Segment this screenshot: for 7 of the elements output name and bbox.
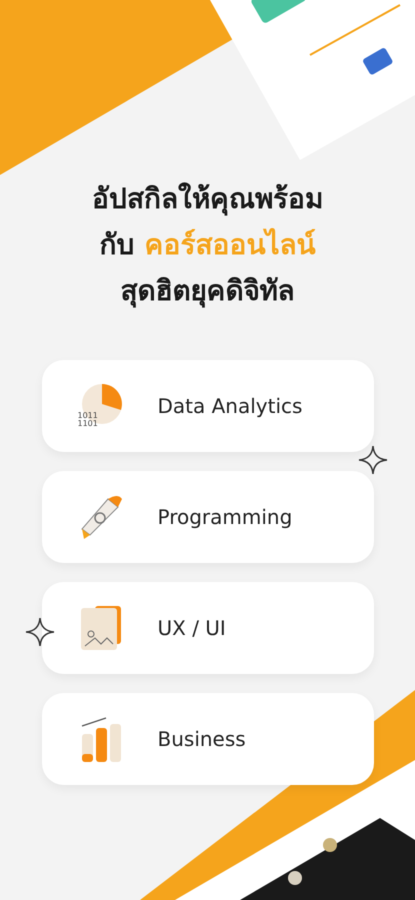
- sparkle-icon: [25, 617, 55, 647]
- category-card[interactable]: Programming: [42, 471, 374, 563]
- category-card[interactable]: Business: [42, 693, 374, 785]
- headline: อัปสกิลให้คุณพร้อม กับ คอร์สออนไลน์ สุดฮิตยุคดิจิทัล: [92, 181, 323, 310]
- category-card[interactable]: 1011 1101 Data Analytics: [42, 360, 374, 452]
- sparkle-icon: [358, 445, 388, 475]
- category-card[interactable]: UX / UI: [42, 582, 374, 674]
